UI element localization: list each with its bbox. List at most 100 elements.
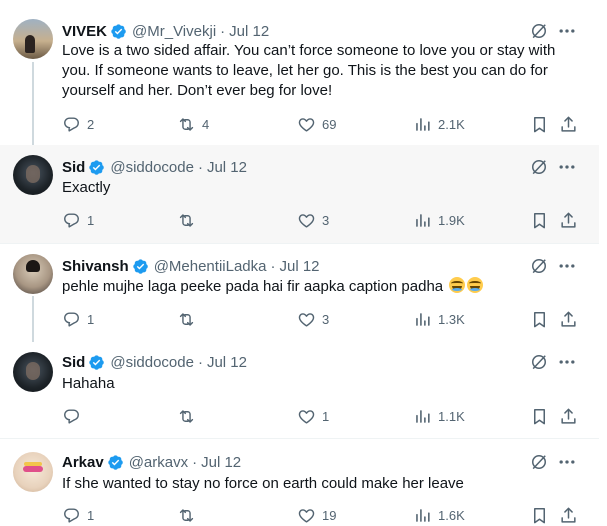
- views-icon: [413, 115, 432, 134]
- separator-dot: ·: [197, 353, 203, 371]
- tweet-text: Exactly: [62, 179, 111, 196]
- author-name[interactable]: Arkav: [62, 454, 104, 471]
- author-handle[interactable]: @arkavx: [129, 454, 188, 471]
- like-button[interactable]: 3: [297, 211, 329, 230]
- share-button[interactable]: [559, 506, 578, 525]
- like-count: 3: [322, 312, 330, 327]
- avatar[interactable]: [13, 352, 53, 392]
- more-icon[interactable]: [557, 256, 577, 276]
- share-button[interactable]: [559, 310, 578, 329]
- reply-button[interactable]: 1: [62, 310, 94, 329]
- author-handle[interactable]: @siddocode: [110, 354, 194, 371]
- reply-button[interactable]: 2: [62, 115, 94, 134]
- reply-count: 2: [87, 117, 95, 132]
- bookmark-button[interactable]: [530, 407, 549, 426]
- views-icon: [413, 407, 432, 426]
- reply-count: 1: [87, 508, 95, 523]
- bookmark-icon: [530, 211, 549, 230]
- like-icon: [297, 310, 316, 329]
- share-button[interactable]: [559, 211, 578, 230]
- bookmark-button[interactable]: [530, 115, 549, 134]
- bookmark-button[interactable]: [530, 211, 549, 230]
- tweet-text: Hahaha: [62, 375, 115, 392]
- views-button[interactable]: 2.1K: [413, 115, 465, 134]
- tweet-reply[interactable]: Shivansh @MehentiiLadka · Jul 12 pehle m…: [0, 244, 599, 342]
- more-icon[interactable]: [557, 21, 577, 41]
- views-count: 1.1K: [438, 409, 465, 424]
- avatar[interactable]: [13, 452, 53, 492]
- separator-dot: ·: [220, 22, 226, 40]
- tweet-main[interactable]: VIVEK @Mr_Vivekji · Jul 12 Love is a two…: [0, 0, 599, 145]
- verified-badge-icon: [88, 159, 105, 176]
- avatar[interactable]: [13, 155, 53, 195]
- share-icon: [559, 407, 578, 426]
- timestamp[interactable]: Jul 12: [207, 159, 247, 176]
- author-name[interactable]: VIVEK: [62, 23, 107, 40]
- share-button[interactable]: [559, 115, 578, 134]
- avatar[interactable]: [13, 19, 53, 59]
- like-icon: [297, 407, 316, 426]
- more-icon[interactable]: [557, 452, 577, 472]
- author-handle[interactable]: @MehentiiLadka: [154, 258, 267, 275]
- like-button[interactable]: 19: [297, 506, 336, 525]
- views-icon: [413, 310, 432, 329]
- like-button[interactable]: 3: [297, 310, 329, 329]
- timestamp[interactable]: Jul 12: [279, 258, 319, 275]
- grok-icon[interactable]: [529, 21, 549, 41]
- tweet-reply[interactable]: Sid @siddocode · Jul 12 Hahaha 1 1.1K: [0, 342, 599, 438]
- reply-button[interactable]: 1: [62, 211, 94, 230]
- reply-button[interactable]: 1: [62, 506, 94, 525]
- more-icon[interactable]: [557, 157, 577, 177]
- thread-line: [32, 296, 34, 342]
- grok-icon[interactable]: [529, 452, 549, 472]
- reply-icon: [62, 407, 81, 426]
- like-button[interactable]: 1: [297, 407, 329, 426]
- views-button[interactable]: 1.6K: [413, 506, 465, 525]
- bookmark-button[interactable]: [530, 310, 549, 329]
- views-count: 1.9K: [438, 213, 465, 228]
- author-name[interactable]: Shivansh: [62, 258, 129, 275]
- repost-button[interactable]: [177, 506, 202, 525]
- author-handle[interactable]: @siddocode: [110, 159, 194, 176]
- share-icon: [559, 115, 578, 134]
- avatar[interactable]: [13, 254, 53, 294]
- author-name[interactable]: Sid: [62, 159, 85, 176]
- share-icon: [559, 310, 578, 329]
- tweet-reply[interactable]: Arkav @arkavx · Jul 12 If she wanted to …: [0, 439, 599, 526]
- like-icon: [297, 506, 316, 525]
- repost-button[interactable]: [177, 407, 202, 426]
- repost-button[interactable]: 4: [177, 115, 209, 134]
- tweet-text: If she wanted to stay no force on earth …: [62, 475, 464, 492]
- bookmark-button[interactable]: [530, 506, 549, 525]
- repost-button[interactable]: [177, 310, 202, 329]
- timestamp[interactable]: Jul 12: [229, 23, 269, 40]
- views-button[interactable]: 1.1K: [413, 407, 465, 426]
- reply-icon: [62, 310, 81, 329]
- grok-icon[interactable]: [529, 157, 549, 177]
- more-icon[interactable]: [557, 352, 577, 372]
- author-handle[interactable]: @Mr_Vivekji: [132, 23, 216, 40]
- repost-icon: [177, 407, 196, 426]
- like-count: 1: [322, 409, 330, 424]
- timestamp[interactable]: Jul 12: [201, 454, 241, 471]
- bookmark-icon: [530, 407, 549, 426]
- share-button[interactable]: [559, 407, 578, 426]
- views-button[interactable]: 1.3K: [413, 310, 465, 329]
- grok-icon[interactable]: [529, 352, 549, 372]
- reply-button[interactable]: [62, 407, 87, 426]
- laughing-emoji-icon: [447, 277, 484, 295]
- repost-button[interactable]: [177, 211, 202, 230]
- grok-icon[interactable]: [529, 256, 549, 276]
- views-count: 1.6K: [438, 508, 465, 523]
- tweet-reply[interactable]: Sid @siddocode · Jul 12 Exactly 1 3 1.9K: [0, 145, 599, 243]
- like-button[interactable]: 69: [297, 115, 336, 134]
- like-count: 19: [322, 508, 337, 523]
- action-bar: 1 3 1.9K: [62, 211, 582, 231]
- repost-icon: [177, 310, 196, 329]
- repost-icon: [177, 211, 196, 230]
- like-count: 69: [322, 117, 337, 132]
- author-name[interactable]: Sid: [62, 354, 85, 371]
- views-button[interactable]: 1.9K: [413, 211, 465, 230]
- bookmark-icon: [530, 506, 549, 525]
- timestamp[interactable]: Jul 12: [207, 354, 247, 371]
